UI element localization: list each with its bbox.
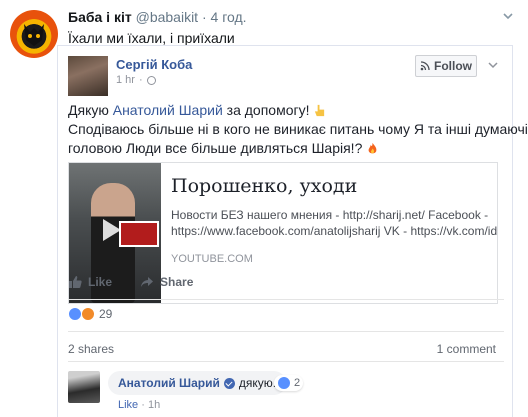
fb-author-name[interactable]: Сергій Коба [116, 57, 192, 72]
comments-count[interactable]: 1 comment [437, 342, 496, 356]
shares-count[interactable]: 2 shares [68, 342, 114, 356]
follow-button[interactable]: Follow [415, 55, 477, 77]
fb-actions-bar: Like Share [68, 275, 193, 289]
chevron-down-icon[interactable] [487, 60, 499, 70]
follow-label: Follow [434, 59, 472, 73]
fb-post-time[interactable]: 1 hr [116, 74, 135, 86]
tweet-author-handle[interactable]: @babaikit [136, 9, 198, 25]
like-reaction-icon [277, 376, 291, 390]
fb-mention[interactable]: Анатолий Шарий [113, 102, 223, 118]
fb-text-part: головою Люди все більше дивляться Шарія!… [68, 140, 363, 156]
fb-text-part: Дякую [68, 102, 113, 118]
tweet-author-name[interactable]: Баба і кіт [68, 9, 132, 25]
fb-author-avatar[interactable] [68, 56, 108, 96]
link-description-line: Новости БЕЗ нашего мнения - http://shari… [171, 208, 489, 222]
chevron-down-icon[interactable] [502, 10, 514, 22]
pointing-hand-icon [315, 104, 325, 117]
comment-like-link[interactable]: Like [118, 399, 138, 411]
rss-icon [420, 61, 430, 71]
fb-text-line-2: Сподіваюсь більше ні в кого не виникає п… [68, 121, 528, 137]
share-arrow-icon [141, 277, 154, 287]
tweet-text: Їхали ми їхали, і приїхали [68, 30, 235, 46]
comment-reactions[interactable]: 2 [274, 375, 304, 391]
like-button[interactable]: Like [68, 275, 112, 289]
thumbnail-banner [119, 221, 159, 247]
comment-reaction-count: 2 [294, 377, 301, 389]
tweet: Баба і кіт @babaikit · 4 год. Їхали ми ї… [0, 0, 528, 417]
share-button[interactable]: Share [140, 275, 193, 289]
tweet-timestamp[interactable]: 4 год. [211, 9, 247, 25]
verified-badge-icon [223, 377, 235, 389]
fb-text-line-3: головою Люди все більше дивляться Шарія!… [68, 139, 508, 158]
globe-icon [146, 75, 156, 85]
facebook-post-embed: Сергій Коба 1 hr · Follow Дякую Анатолий… [57, 45, 528, 417]
fb-text-part: за допомогу! [222, 102, 310, 118]
divider [68, 299, 504, 300]
share-label: Share [160, 275, 194, 289]
commenter-name[interactable]: Анатолий Шарий [118, 376, 220, 390]
reaction-count: 29 [99, 307, 113, 321]
divider [68, 361, 504, 362]
fire-icon [368, 142, 377, 154]
fb-text-line-1: Дякую Анатолий Шарий за допомогу! [68, 101, 508, 120]
comment-bubble: Анатолий Шарий дякую. [108, 371, 287, 395]
link-domain: YOUTUBE.COM [171, 253, 253, 265]
commenter-avatar[interactable] [68, 371, 100, 403]
comment-separator: · [141, 399, 145, 411]
divider [68, 331, 504, 332]
play-icon[interactable] [103, 219, 121, 241]
fb-post-text: Дякую Анатолий Шарий за допомогу! Сподів… [68, 101, 528, 158]
comment-text: дякую. [238, 376, 277, 390]
fb-meta-separator: · [138, 74, 143, 86]
tweet-header: Баба і кіт @babaikit · 4 год. [68, 9, 247, 25]
link-preview-body: Порошенко, уходи Новости БЕЗ нашего мнен… [161, 163, 497, 303]
reactions-summary[interactable]: 29 [68, 307, 112, 321]
tweet-avatar[interactable] [10, 10, 58, 58]
link-title[interactable]: Порошенко, уходи [171, 175, 487, 197]
angry-reaction-icon [81, 307, 95, 321]
link-description-line: https://www.facebook.com/anatolijsharij … [171, 224, 497, 238]
link-description: Новости БЕЗ нашего мнения - http://shari… [171, 207, 497, 239]
thumbs-up-icon [69, 276, 82, 288]
comment-actions: Like · 1h [118, 399, 160, 411]
like-label: Like [88, 275, 113, 289]
like-reaction-icon [68, 307, 82, 321]
tweet-separator: · [201, 9, 207, 25]
fb-post-meta: 1 hr · [116, 74, 156, 86]
comment-time[interactable]: 1h [148, 399, 160, 411]
